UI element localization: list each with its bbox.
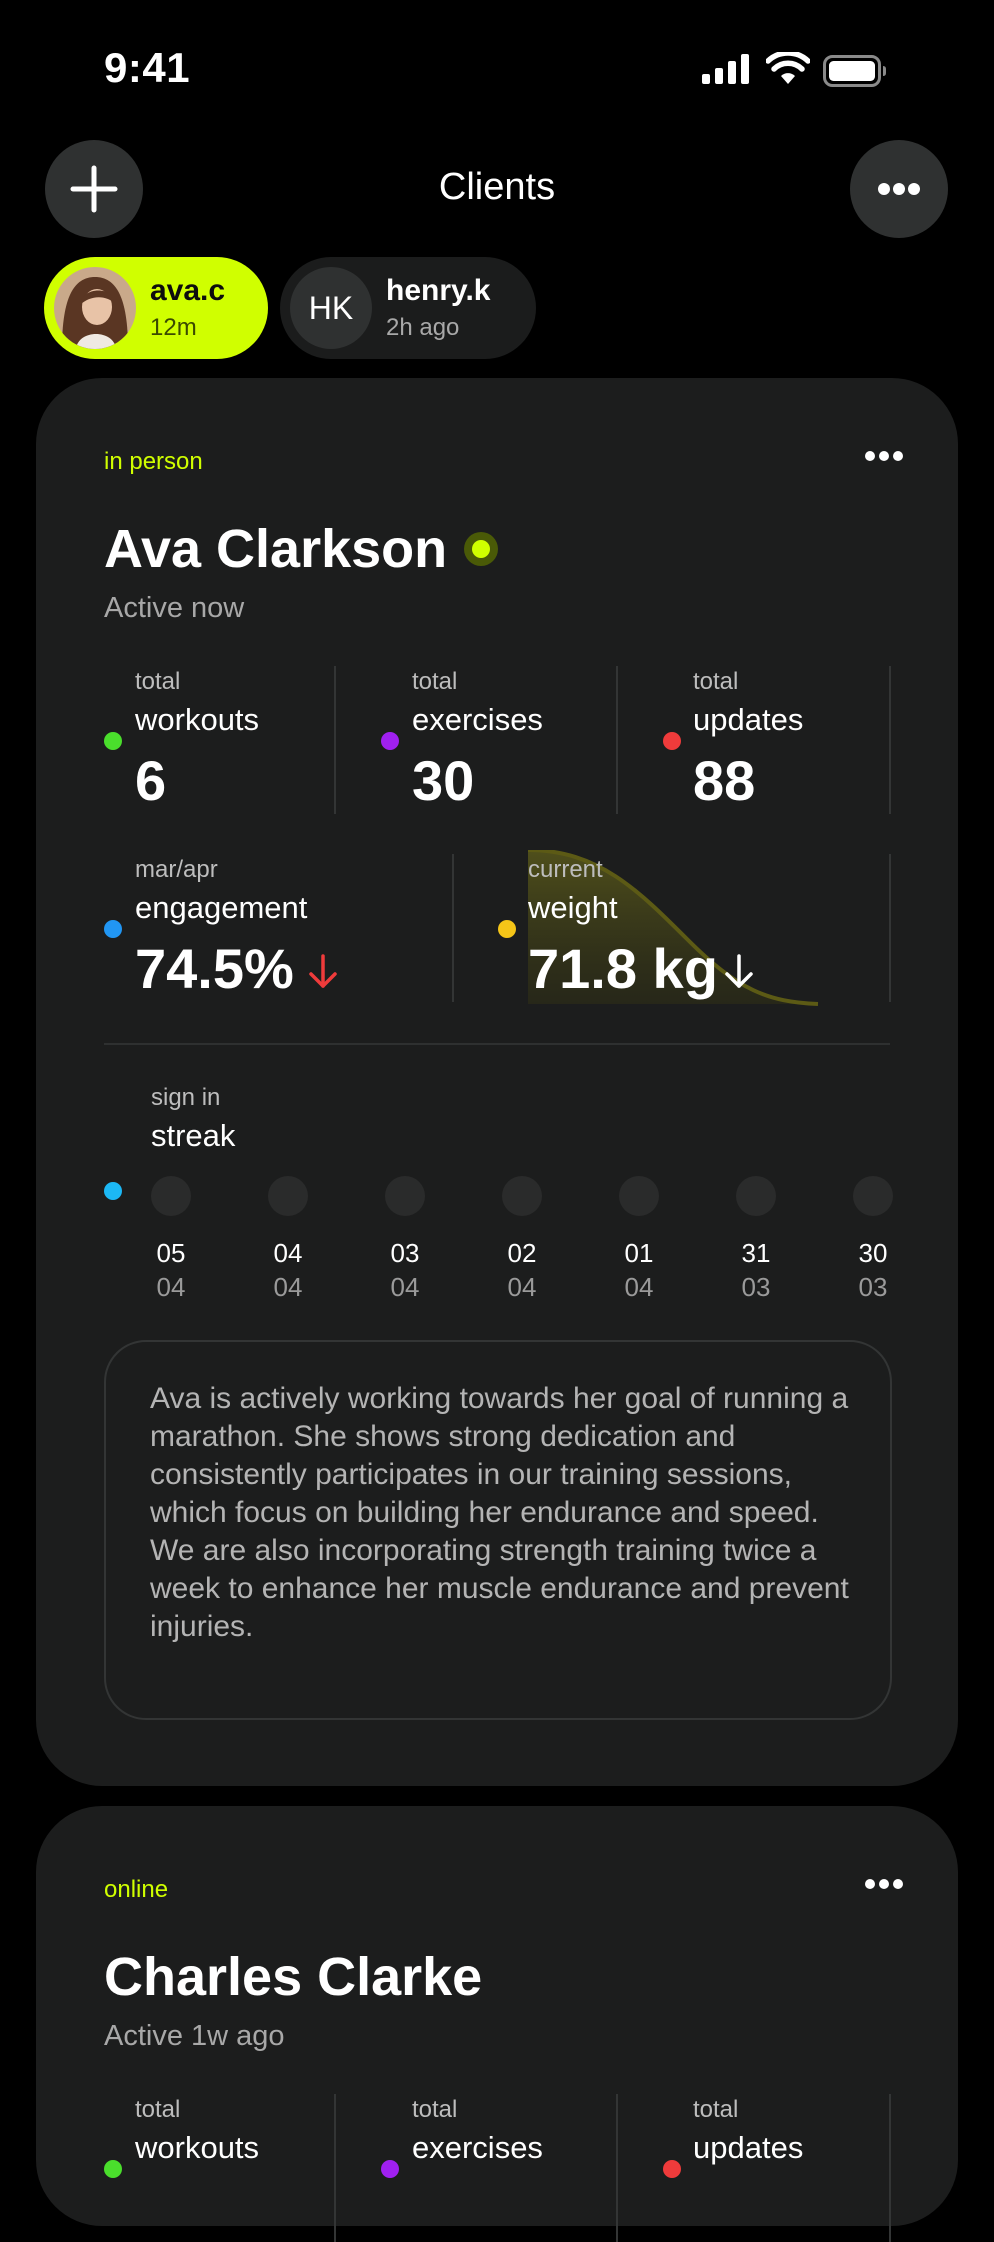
workouts-count: 6: [135, 749, 167, 812]
workouts-dot: [104, 2160, 122, 2178]
stat-caption: total: [412, 668, 458, 695]
status-time: 9:41: [104, 44, 191, 91]
streak-day-label: 30: [858, 1238, 888, 1268]
stat-caption: total: [693, 2096, 739, 2123]
weight-value: 71.8 kg: [528, 937, 718, 1000]
divider: [334, 666, 336, 814]
stat-caption: total: [693, 668, 739, 695]
stat-caption: current: [528, 856, 603, 883]
stat-label: workouts: [135, 702, 260, 737]
divider: [889, 2094, 891, 2242]
streak-dot: [104, 1182, 122, 1200]
engagement-value: 74.5%: [135, 937, 294, 1000]
client-username: ava.c: [150, 274, 226, 307]
client-card[interactable]: online Charles Clarke Active 1w ago tota…: [36, 1806, 958, 2242]
streak-caption: sign in: [151, 1084, 221, 1111]
exercises-dot: [381, 2160, 399, 2178]
streak-day-indicator: [151, 1176, 191, 1216]
session-type-tag: online: [104, 1876, 169, 1903]
client-activity-status: Active now: [104, 592, 245, 624]
streak-month-label: 04: [156, 1272, 186, 1302]
stat-label: engagement: [135, 890, 308, 925]
battery-icon: [823, 55, 886, 87]
updates-dot: [663, 732, 681, 750]
streak-day-label: 05: [156, 1238, 186, 1268]
stat-caption: total: [135, 2096, 181, 2123]
card-more-icon[interactable]: [864, 1878, 904, 1890]
divider: [616, 666, 618, 814]
client-notes-text: Ava is actively working towards her goal…: [150, 1382, 849, 1643]
divider: [889, 854, 891, 1002]
client-activity-status: Active 1w ago: [104, 2020, 285, 2052]
client-notes-box[interactable]: Ava is actively working towards her goal…: [104, 1340, 892, 1720]
stat-label: updates: [693, 2130, 804, 2165]
stat-caption: total: [135, 668, 181, 695]
divider: [452, 854, 454, 1002]
session-type-tag: in person: [104, 448, 203, 475]
streak-day-label: 01: [624, 1238, 654, 1268]
streak-month-label: 03: [741, 1272, 771, 1302]
streak-day-label: 02: [507, 1238, 537, 1268]
workouts-dot: [104, 732, 122, 750]
streak-month-label: 04: [273, 1272, 303, 1302]
client-name: Ava Clarkson: [104, 519, 448, 579]
section-divider: [104, 1043, 890, 1045]
client-card[interactable]: in person Ava Clarkson Active now total …: [36, 378, 958, 1786]
stat-label: weight: [528, 890, 618, 925]
divider: [889, 666, 891, 814]
client-name: Charles Clarke: [104, 1947, 483, 2007]
avatar: [54, 267, 136, 349]
stat-label: workouts: [135, 2130, 260, 2165]
avatar-initials: HK: [290, 267, 372, 349]
divider: [334, 2094, 336, 2242]
arrow-down-icon: [725, 954, 753, 988]
stat-caption: total: [412, 2096, 458, 2123]
stat-label: exercises: [412, 702, 543, 737]
streak-month-label: 04: [624, 1272, 654, 1302]
exercises-dot: [381, 732, 399, 750]
exercises-count: 30: [412, 749, 475, 812]
stat-label: updates: [693, 702, 804, 737]
card-more-icon[interactable]: [864, 450, 904, 462]
signal-icon: [702, 54, 749, 84]
stat-label: exercises: [412, 2130, 543, 2165]
streak-month-label: 04: [390, 1272, 420, 1302]
client-chip-ava[interactable]: ava.c 12m: [44, 257, 268, 359]
more-options-button[interactable]: [850, 140, 948, 238]
streak-label: streak: [151, 1118, 236, 1153]
streak-day-indicator: [502, 1176, 542, 1216]
streak-day-indicator: [268, 1176, 308, 1216]
client-username: henry.k: [386, 274, 491, 307]
streak-day-indicator: [853, 1176, 893, 1216]
updates-count: 88: [693, 749, 756, 812]
client-chip-henry[interactable]: HK henry.k 2h ago: [280, 257, 536, 359]
streak-day-label: 03: [390, 1238, 420, 1268]
client-last-seen: 2h ago: [386, 314, 460, 341]
more-horizontal-icon: [878, 183, 920, 195]
streak-day-label: 04: [273, 1238, 303, 1268]
page-title: Clients: [438, 166, 556, 208]
divider: [616, 2094, 618, 2242]
streak-month-label: 04: [507, 1272, 537, 1302]
client-last-seen: 12m: [150, 314, 197, 341]
updates-dot: [663, 2160, 681, 2178]
streak-day-indicator: [385, 1176, 425, 1216]
weight-dot: [498, 920, 516, 938]
streak-month-label: 03: [858, 1272, 888, 1302]
wifi-icon: [766, 52, 810, 84]
arrow-down-icon: [309, 954, 337, 988]
streak-day-indicator: [736, 1176, 776, 1216]
engagement-dot: [104, 920, 122, 938]
stat-caption: mar/apr: [135, 856, 218, 883]
streak-day-label: 31: [741, 1238, 771, 1268]
online-indicator: [464, 532, 498, 566]
streak-day-indicator: [619, 1176, 659, 1216]
